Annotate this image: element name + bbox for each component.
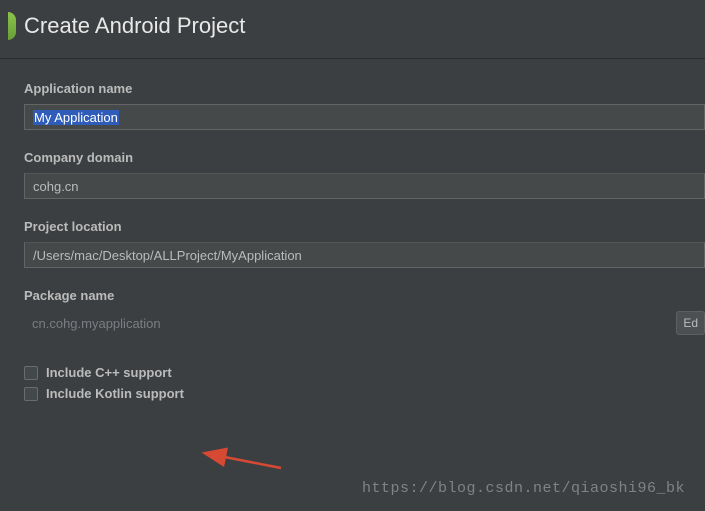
annotation-arrow-icon bbox=[196, 445, 286, 475]
app-name-group: Application name My Application bbox=[24, 81, 705, 130]
watermark-text: https://blog.csdn.net/qiaoshi96_bk bbox=[362, 480, 685, 497]
cpp-checkbox-label: Include C++ support bbox=[46, 365, 172, 380]
dialog-content: Application name My Application Company … bbox=[0, 59, 705, 401]
company-domain-label: Company domain bbox=[24, 150, 705, 165]
edit-package-button[interactable]: Ed bbox=[676, 311, 705, 335]
checkbox-group: Include C++ support Include Kotlin suppo… bbox=[24, 365, 705, 401]
kotlin-checkbox[interactable] bbox=[24, 387, 38, 401]
cpp-support-row[interactable]: Include C++ support bbox=[24, 365, 705, 380]
company-domain-input[interactable] bbox=[24, 173, 705, 199]
project-location-label: Project location bbox=[24, 219, 705, 234]
app-name-input[interactable]: My Application bbox=[24, 104, 705, 130]
package-name-group: Package name cn.cohg.myapplication Ed bbox=[24, 288, 705, 335]
app-name-label: Application name bbox=[24, 81, 705, 96]
package-name-row: cn.cohg.myapplication Ed bbox=[24, 311, 705, 335]
kotlin-support-row[interactable]: Include Kotlin support bbox=[24, 386, 705, 401]
dialog-title: Create Android Project bbox=[24, 13, 245, 39]
cpp-checkbox[interactable] bbox=[24, 366, 38, 380]
package-name-label: Package name bbox=[24, 288, 705, 303]
project-location-group: Project location bbox=[24, 219, 705, 268]
project-location-input[interactable] bbox=[24, 242, 705, 268]
app-name-value: My Application bbox=[33, 110, 119, 125]
company-domain-group: Company domain bbox=[24, 150, 705, 199]
android-icon bbox=[8, 12, 16, 40]
package-name-value: cn.cohg.myapplication bbox=[24, 312, 664, 335]
dialog-header: Create Android Project bbox=[0, 0, 705, 59]
kotlin-checkbox-label: Include Kotlin support bbox=[46, 386, 184, 401]
